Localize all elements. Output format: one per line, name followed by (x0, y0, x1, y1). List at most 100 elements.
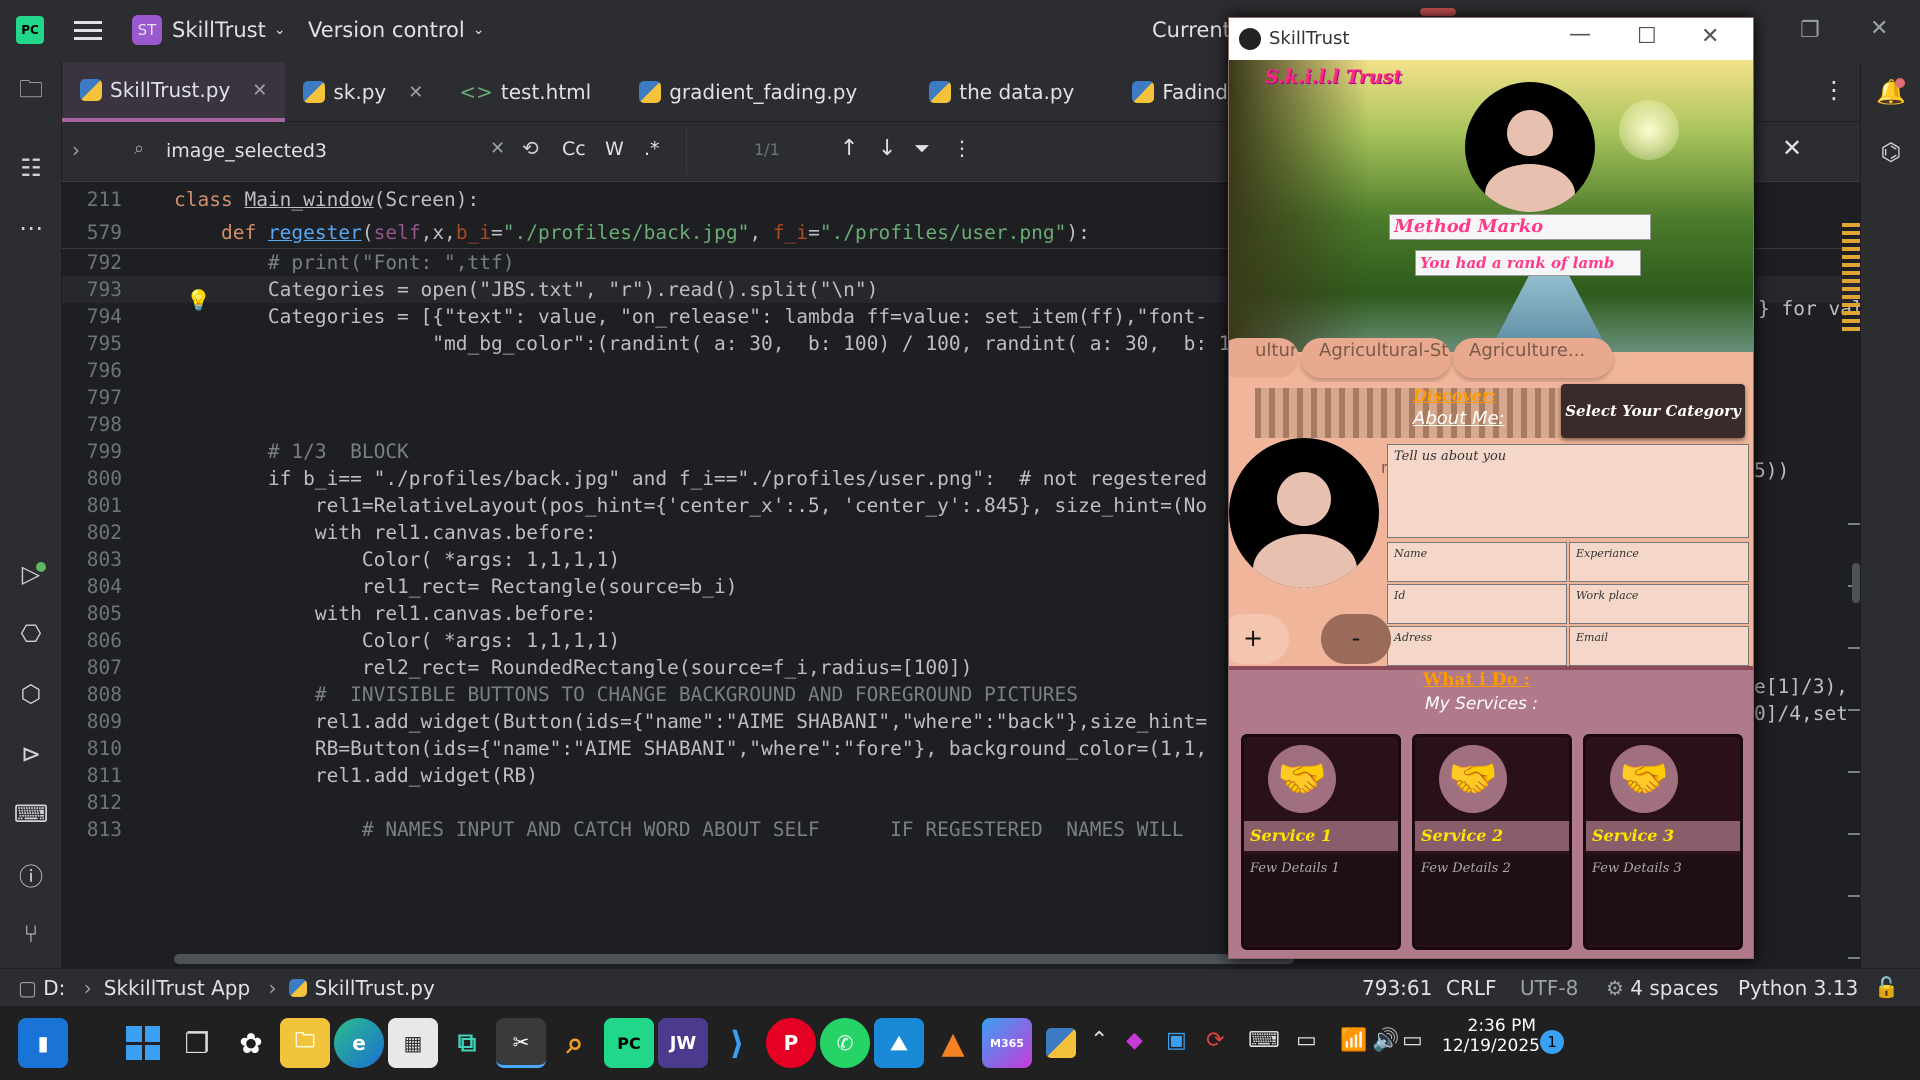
python-icon[interactable] (1036, 1018, 1086, 1068)
sync-tray-icon[interactable]: ⟳ (1206, 1028, 1224, 1053)
history-icon[interactable]: ⟲ (522, 136, 539, 160)
work-place-field[interactable]: Work place (1569, 584, 1749, 624)
remove-button[interactable]: - (1321, 614, 1391, 664)
next-match-icon[interactable]: ↓ (878, 136, 896, 161)
about-textarea[interactable]: Tell us about you (1387, 444, 1749, 538)
breadcrumb-file[interactable]: SkillTrust.py (315, 976, 435, 1000)
terminal-icon[interactable]: ⌨ (14, 798, 49, 830)
add-button[interactable]: + (1229, 614, 1289, 664)
close-find-icon[interactable]: ✕ (1782, 134, 1802, 162)
scroll-markers[interactable] (1842, 223, 1860, 333)
address-field[interactable]: Adress (1387, 626, 1567, 666)
display-icon[interactable]: ▭ (1296, 1028, 1317, 1053)
photos-icon[interactable]: ⛰ (874, 1018, 924, 1068)
breadcrumb-project[interactable]: SkkillTrust App (104, 976, 250, 1000)
tray-app-icon[interactable]: ▣ (1166, 1028, 1187, 1053)
caret-position[interactable]: 793:61 (1362, 976, 1432, 1000)
close-icon[interactable]: ✕ (1701, 24, 1719, 49)
services-icon[interactable]: ⊳ (15, 738, 47, 770)
about-avatar[interactable] (1229, 438, 1379, 588)
email-field[interactable]: Email (1569, 626, 1749, 666)
intellij-icon[interactable]: ⧉ (442, 1018, 492, 1068)
select-category-button[interactable]: Select Your Category (1561, 384, 1745, 438)
restore-window-icon[interactable]: ❐ (1800, 18, 1820, 43)
ai-assistant-icon[interactable]: ⌬ (1875, 136, 1907, 168)
close-window-icon[interactable]: ✕ (1870, 16, 1888, 41)
match-case-toggle[interactable]: Cc (562, 138, 586, 160)
indent-settings[interactable]: ⚙ 4 spaces (1606, 976, 1718, 1000)
profile-avatar[interactable] (1465, 82, 1595, 212)
show-hidden-icons[interactable]: ⌃ (1090, 1028, 1108, 1053)
tab-the-data[interactable]: the data.py (875, 62, 1092, 122)
tab-gradient-fading[interactable]: gradient_fading.py (609, 62, 875, 122)
file-encoding[interactable]: UTF-8 (1520, 976, 1578, 1000)
snipping-tool-icon[interactable]: ✂ (496, 1018, 546, 1068)
keyboard-icon[interactable]: ⌨ (1248, 1028, 1280, 1053)
line-separator[interactable]: CRLF (1446, 976, 1497, 1000)
python-packages-icon[interactable]: ⬡ (15, 678, 47, 710)
tab-test-html[interactable]: <> test.html (441, 62, 609, 122)
python-interpreter[interactable]: Python 3.13 (1738, 976, 1858, 1000)
category-chip[interactable]: Agriculture... (1453, 338, 1613, 378)
whatsapp-icon[interactable]: ✆ (820, 1018, 870, 1068)
vcs-menu[interactable]: Version control ⌄ (308, 18, 484, 42)
lightbulb-icon[interactable]: 💡 (186, 288, 216, 312)
search-icon[interactable]: ⌕ (550, 1018, 600, 1068)
maximize-icon[interactable]: ☐ (1637, 24, 1657, 49)
copilot-tray-icon[interactable]: ◆ (1126, 1028, 1143, 1053)
regex-toggle[interactable]: .* (644, 138, 660, 160)
project-selector[interactable]: ST SkillTrust ⌄ (132, 15, 286, 45)
pinterest-icon[interactable]: P (766, 1018, 816, 1068)
more-icon[interactable]: ⋯ (15, 212, 47, 244)
wifi-icon[interactable]: 📶 (1340, 1028, 1367, 1053)
notification-badge[interactable]: 1 (1540, 1030, 1564, 1054)
breadcrumb-drive[interactable]: D: (43, 976, 65, 1000)
tab-sk[interactable]: sk.py ✕ (285, 62, 441, 122)
chatgpt-icon[interactable]: ✿ (226, 1018, 276, 1068)
jw-icon[interactable]: JW (658, 1018, 708, 1068)
service-card[interactable]: 🤝 Service 2 Few Details 2 (1412, 734, 1572, 950)
search-icon[interactable]: ⌕ (134, 138, 144, 159)
problems-icon[interactable]: ⓘ (15, 858, 47, 891)
run-config-selector[interactable]: Current (1152, 18, 1231, 42)
service-card[interactable]: 🤝 Service 3 Few Details 3 (1583, 734, 1743, 950)
experience-field[interactable]: Experiance (1569, 542, 1749, 582)
name-field[interactable]: Name (1387, 542, 1567, 582)
lock-icon[interactable]: 🔓 (1874, 975, 1899, 999)
widgets-icon[interactable]: ▮ (18, 1018, 68, 1068)
expand-replace-icon[interactable]: › (72, 138, 80, 162)
id-field[interactable]: Id (1387, 584, 1567, 624)
filter-icon[interactable]: ⏷ (914, 136, 930, 160)
close-tab-icon[interactable]: ✕ (252, 80, 267, 101)
start-icon[interactable] (118, 1018, 168, 1068)
more-options-icon[interactable]: ⋮ (952, 136, 972, 160)
clear-search-icon[interactable]: ✕ (490, 138, 505, 159)
service-card[interactable]: 🤝 Service 1 Few Details 1 (1241, 734, 1401, 950)
category-chip[interactable]: Agricultural-St (1301, 338, 1451, 378)
file-explorer-icon[interactable]: 🗀 (280, 1018, 330, 1068)
pycharm-icon[interactable]: PC (604, 1018, 654, 1068)
vlc-icon[interactable]: ▲ (928, 1018, 978, 1068)
python-console-icon[interactable]: ⎔ (15, 618, 47, 650)
m365-icon[interactable]: M365 (982, 1018, 1032, 1068)
main-menu-icon[interactable] (74, 18, 102, 44)
search-input[interactable] (166, 134, 466, 168)
user-name-field[interactable]: Method Marko (1389, 214, 1651, 240)
category-chip[interactable]: ultur (1229, 338, 1299, 378)
pycharm-logo[interactable]: PC (16, 16, 44, 44)
minimize-icon[interactable]: — (1569, 22, 1591, 47)
close-tab-icon[interactable]: ✕ (408, 82, 423, 103)
clock[interactable]: 2:36 PM 12/19/2025 (1442, 1016, 1540, 1056)
folder-icon[interactable]: 🗀 (15, 75, 47, 108)
structure-icon[interactable]: ☷ (15, 152, 47, 184)
vertical-scrollbar[interactable] (1852, 563, 1860, 603)
tab-options-icon[interactable]: ⋮ (1822, 76, 1846, 104)
battery-icon[interactable]: ▭ (1402, 1028, 1423, 1053)
vscode-icon[interactable]: ⟩ (712, 1018, 762, 1068)
previous-match-icon[interactable]: ↑ (840, 136, 858, 161)
edge-icon[interactable]: e (334, 1018, 384, 1068)
whole-words-toggle[interactable]: W (605, 138, 624, 160)
horizontal-scrollbar[interactable] (174, 954, 1294, 964)
volume-icon[interactable]: 🔊 (1372, 1028, 1399, 1053)
task-view-icon[interactable]: ❐ (172, 1018, 222, 1068)
